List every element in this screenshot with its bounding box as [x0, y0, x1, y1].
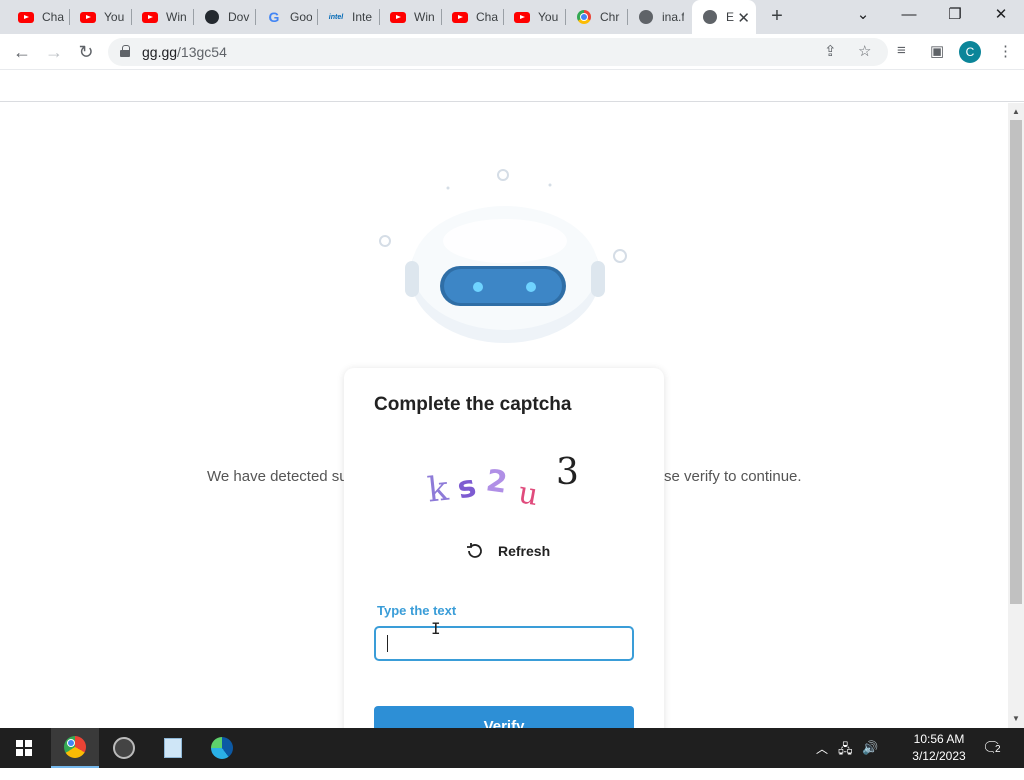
- windows-taskbar: ︿ 🖧 🔊 10:56 AM 3/12/2023 🗨 2: [0, 728, 1024, 768]
- media-control-icon[interactable]: ≡: [897, 42, 906, 59]
- verify-button[interactable]: Verify: [374, 706, 634, 728]
- close-window-icon[interactable]: ✕: [978, 0, 1024, 34]
- tab-title: Dov: [228, 10, 250, 24]
- youtube-icon: [390, 9, 406, 25]
- share-icon[interactable]: ⇪: [824, 42, 837, 60]
- tab-7[interactable]: Win: [380, 0, 442, 34]
- url-text: gg.gg/13gc54: [142, 44, 227, 60]
- captcha-card: Complete the captcha k s 2 u 3 ks2u3 Ref…: [344, 368, 664, 728]
- restore-icon[interactable]: ❐: [932, 0, 978, 34]
- tab-9[interactable]: You: [504, 0, 566, 34]
- globe-icon: [638, 9, 654, 25]
- notification-center[interactable]: 🗨 2: [982, 738, 1004, 758]
- minimize-icon[interactable]: —: [886, 0, 932, 34]
- youtube-icon: [452, 9, 468, 25]
- obs-taskbar-icon[interactable]: [100, 728, 148, 768]
- tab-8[interactable]: Cha: [442, 0, 504, 34]
- scrollbar-thumb[interactable]: [1010, 120, 1022, 604]
- page-content: We have detected su se verify to continu…: [0, 103, 1008, 728]
- chrome-icon: [576, 9, 592, 25]
- lock-icon: [120, 45, 130, 57]
- tab-6[interactable]: intel Inte: [318, 0, 380, 34]
- tab-title: E: [726, 10, 735, 24]
- paint-taskbar-icon[interactable]: [149, 728, 197, 768]
- captcha-input[interactable]: [374, 626, 634, 661]
- menu-kebab-icon[interactable]: ⋮: [998, 42, 1013, 60]
- intel-icon: intel: [328, 13, 344, 21]
- refresh-button[interactable]: Refresh: [464, 540, 550, 562]
- github-icon: [204, 9, 220, 25]
- captcha-title: Complete the captcha: [374, 394, 572, 415]
- start-button[interactable]: [0, 728, 48, 768]
- youtube-icon: [142, 9, 158, 25]
- tab-title: Win: [414, 10, 435, 24]
- svg-text:u: u: [516, 475, 541, 512]
- new-tab-button[interactable]: +: [766, 5, 788, 27]
- tab-title: Cha: [42, 10, 64, 24]
- youtube-icon: [18, 9, 34, 25]
- network-icon[interactable]: 🖧: [838, 740, 853, 780]
- robot-illustration: [379, 169, 627, 343]
- bookmark-bar: [0, 70, 1024, 102]
- side-panel-icon[interactable]: ▣: [930, 42, 944, 60]
- system-clock[interactable]: 10:56 AM 3/12/2023: [908, 731, 970, 765]
- background-message-right: se verify to continue.: [664, 468, 802, 485]
- forward-arrow-icon[interactable]: →: [42, 40, 66, 64]
- tab-search-chevron-icon[interactable]: ⌄: [840, 0, 886, 34]
- tab-10[interactable]: Chr: [566, 0, 628, 34]
- reload-icon[interactable]: ↻: [74, 40, 98, 64]
- tab-5[interactable]: G Goo: [256, 0, 318, 34]
- scroll-down-icon[interactable]: ▼: [1010, 713, 1022, 725]
- google-icon: G: [268, 9, 280, 25]
- notification-count: 2: [994, 744, 1002, 755]
- windows-logo-icon: [16, 740, 32, 756]
- tab-title: Cha: [476, 10, 498, 24]
- close-tab-icon[interactable]: ✕: [737, 9, 750, 27]
- edge-icon: [211, 737, 233, 759]
- svg-text:2: 2: [484, 463, 510, 501]
- volume-icon[interactable]: 🔊: [862, 740, 878, 780]
- chrome-icon: [64, 736, 86, 758]
- captcha-image: k s 2 u 3 ks2u3: [426, 452, 579, 512]
- tab-title: Win: [166, 10, 187, 24]
- edge-taskbar-icon[interactable]: [198, 728, 246, 768]
- youtube-icon: [514, 9, 530, 25]
- tab-title: You: [104, 10, 125, 24]
- clock-time: 10:56 AM: [913, 732, 965, 746]
- refresh-label: Refresh: [498, 543, 551, 559]
- obs-icon: [113, 737, 135, 759]
- text-cursor-icon: I: [431, 619, 441, 638]
- tab-strip: Cha You Win Dov G Goo intel Inte Win Cha Y…: [0, 0, 1024, 34]
- refresh-icon: [467, 543, 482, 558]
- svg-text:s: s: [454, 469, 479, 507]
- back-arrow-icon[interactable]: ←: [10, 40, 34, 64]
- tab-title: You: [538, 10, 559, 24]
- background-message-left: We have detected su: [207, 468, 348, 485]
- input-label: Type the text: [377, 603, 457, 618]
- svg-text:k: k: [426, 469, 451, 511]
- clock-date: 3/12/2023: [912, 749, 966, 763]
- bookmark-star-icon[interactable]: ☆: [858, 42, 871, 60]
- tab-active[interactable]: E ✕: [692, 0, 756, 34]
- tab-title: Chr: [600, 10, 620, 24]
- browser-toolbar: ← → ↻ gg.gg/13gc54 ⇪ ☆: [0, 34, 1024, 70]
- svg-text:3: 3: [556, 452, 579, 493]
- chevron-up-icon[interactable]: ︿: [816, 740, 828, 780]
- tab-2[interactable]: You: [70, 0, 132, 34]
- address-bar[interactable]: gg.gg/13gc54 ⇪ ☆: [108, 38, 888, 66]
- chrome-taskbar-icon[interactable]: [51, 728, 99, 768]
- youtube-icon: [80, 9, 96, 25]
- tab-title: Goo: [290, 10, 312, 24]
- tab-3[interactable]: Win: [132, 0, 194, 34]
- tab-title: Inte: [352, 10, 373, 24]
- paint-icon: [164, 738, 182, 758]
- tab-4[interactable]: Dov: [194, 0, 256, 34]
- tab-1[interactable]: Cha: [8, 0, 70, 34]
- profile-avatar[interactable]: C: [959, 41, 981, 63]
- globe-icon: [702, 9, 718, 25]
- tab-11[interactable]: ina.f: [628, 0, 690, 34]
- text-caret: [387, 635, 388, 652]
- scroll-up-icon[interactable]: ▲: [1010, 106, 1022, 118]
- tab-title: ina.f: [662, 10, 684, 24]
